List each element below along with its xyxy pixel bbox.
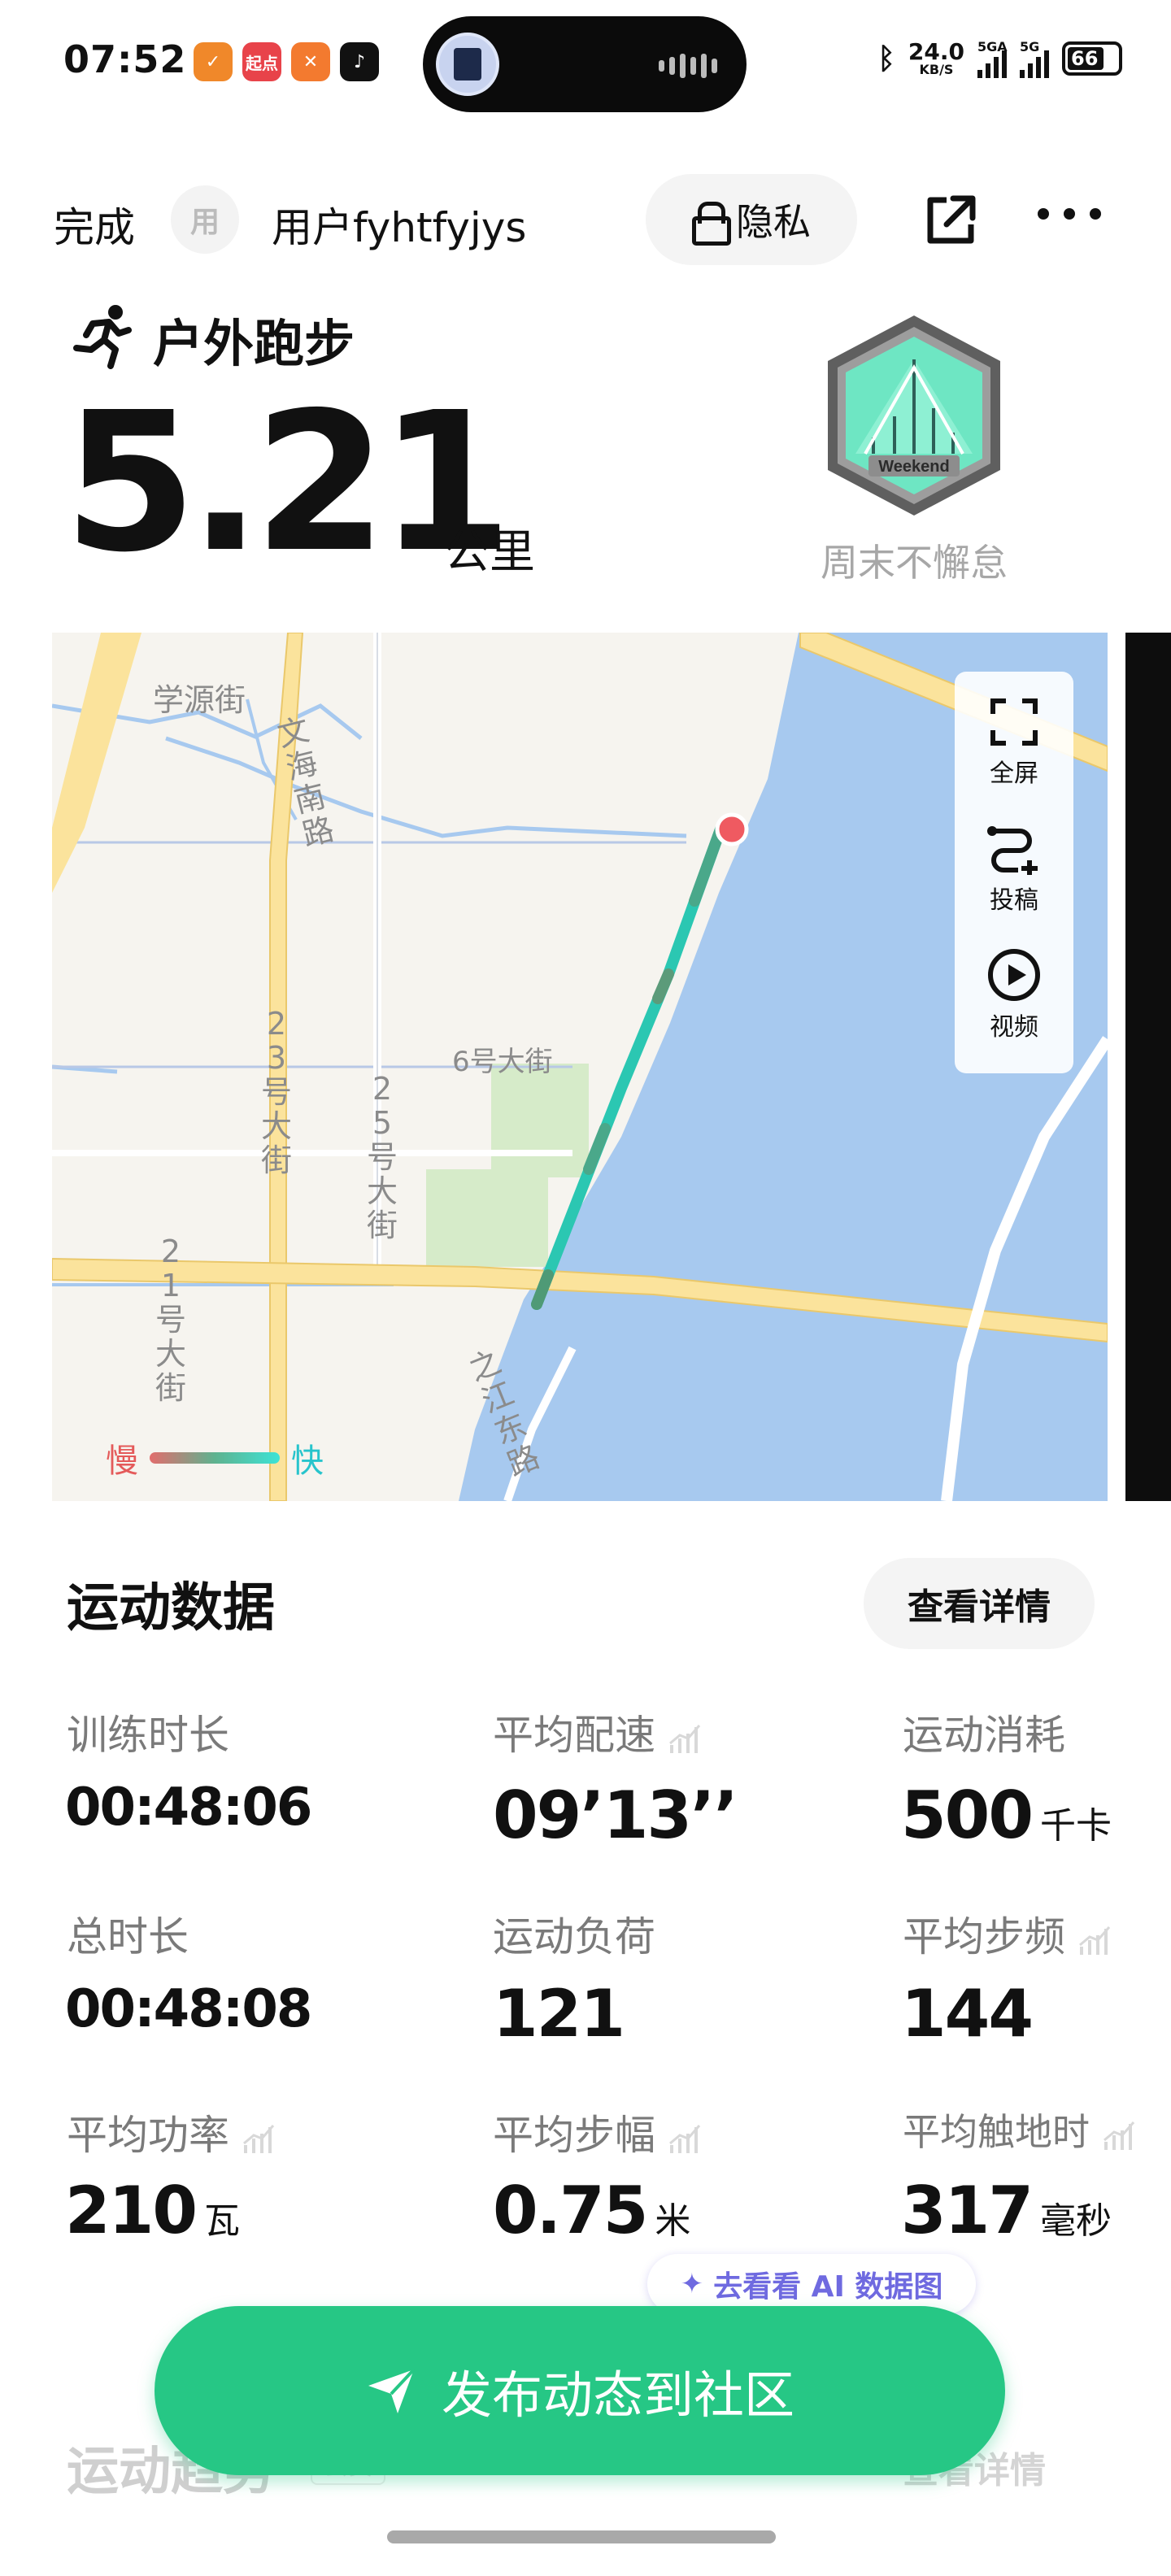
map-label-street21: 21号大街 [155,1234,186,1406]
status-bar: 07:52 ✓ 起点 ✕ ♪ ᛒ 24.0 KB/S 5GA 5G 66 [0,0,1171,130]
map-label-street6: 6号大街 [452,1046,553,1078]
map-label-street23: 23号大街 [260,1006,292,1178]
badge-label: 周末不懈怠 [821,541,1008,585]
top-bar: 完成 用 用户fyhtfyjys 隐私 [0,163,1171,276]
avatar[interactable]: 用 [171,185,239,254]
stat-label: 平均步频 [903,1904,1116,1963]
publish-label: 发布动态到社区 [441,2365,794,2425]
stat-label: 总时长 [67,1913,189,1960]
send-icon [368,2368,416,2413]
route-plus-icon [987,826,1038,875]
sparkle-icon: ✦ [680,2268,704,2300]
stat-label: 训练时长 [67,1712,229,1759]
status-app-icons: ✓ 起点 ✕ ♪ [194,42,379,81]
trend-bars-icon[interactable] [667,1722,706,1755]
audio-wave-icon [659,54,717,78]
distance-unit: 公里 [444,526,535,579]
achievement-badge[interactable]: Weekend [816,311,1012,522]
video-button[interactable]: 视频 [955,948,1073,1042]
username[interactable]: 用户fyhtfyjys [272,195,526,254]
stat-value: 500 千卡 [901,1778,1112,1853]
stats-title: 运动数据 [67,1578,275,1638]
bluetooth-icon: ᛒ [877,41,895,76]
status-time: 07:52 [63,37,187,81]
stats-details-button[interactable]: 查看详情 [864,1558,1095,1649]
status-right: ᛒ 24.0 KB/S 5GA 5G 66 [877,39,1122,78]
share-icon[interactable] [922,192,979,249]
activity-type: 户外跑步 [153,314,355,373]
stat-value: 00:48:06 [65,1778,312,1838]
island-album-art [436,33,499,96]
route-map[interactable]: 学源街 文海南路 23号大街 25号大街 6号大街 21号大街 之江东路 全屏 … [52,633,1108,1501]
fullscreen-button[interactable]: 全屏 [955,696,1073,789]
trend-bars-icon[interactable] [1077,1924,1116,1956]
map-side-panel [1125,633,1171,1501]
ai-chart-chip[interactable]: ✦ 去看看 AI 数据图 [647,2254,976,2314]
signal-5ga-icon: 5GA [977,39,1008,78]
map-canvas [52,633,1108,1501]
pace-legend: 慢 快 [106,1434,324,1482]
stat-label: 平均功率 [67,2103,280,2161]
running-icon [73,305,132,369]
stat-label: 运动负荷 [493,1913,655,1960]
privacy-label: 隐私 [736,200,811,244]
signal-5g-icon: 5G [1020,39,1049,78]
legend-slow: 慢 [106,1442,138,1480]
battery-icon: 66 [1062,41,1122,76]
fullscreen-icon [990,698,1038,746]
map-label-xueyuan: 学源街 [153,682,246,718]
trend-bars-icon[interactable] [1101,2119,1140,2152]
legend-gradient [150,1452,280,1464]
stat-label: 平均步幅 [493,2103,706,2161]
map-label-street25: 25号大街 [366,1071,398,1243]
stat-value: 210 瓦 [65,2173,240,2248]
publish-to-community-button[interactable]: 发布动态到社区 [155,2306,1005,2475]
submit-route-button[interactable]: 投稿 [955,823,1073,916]
ai-chip-label: 去看看 AI 数据图 [713,2270,943,2304]
more-icon[interactable] [1038,208,1101,220]
stat-value: 144 [901,1976,1034,2052]
legend-fast: 快 [291,1442,324,1480]
done-button[interactable]: 完成 [54,195,135,254]
lock-icon [692,202,731,246]
stat-label: 运动消耗 [903,1712,1065,1759]
app-orange-icon: ✓ [194,42,233,81]
net-speed: 24.0 KB/S [908,38,964,77]
stat-value: 121 [493,1976,625,2052]
stat-label: 平均配速 [493,1703,706,1761]
trend-bars-icon[interactable] [667,2122,706,2155]
play-icon [988,949,1040,1001]
home-indicator[interactable] [387,2530,776,2543]
stat-value: 0.75 米 [493,2173,691,2248]
stat-label: 平均触地时 [903,2103,1140,2156]
stat-value: 09’13’’ [493,1778,738,1853]
tiktok-icon: ♪ [340,42,379,81]
dynamic-island[interactable] [423,16,747,112]
trend-bars-icon[interactable] [241,2122,280,2155]
stat-value: 317 毫秒 [901,2173,1112,2248]
distance-value: 5.21 [63,371,512,594]
battery-level: 66 [1068,47,1104,70]
route-start-marker [715,812,749,846]
stat-value: 00:48:08 [65,1979,312,2039]
map-controls: 全屏 投稿 视频 [955,672,1073,1073]
privacy-button[interactable]: 隐私 [646,174,857,265]
qidian-icon: 起点 [242,42,281,81]
badge-text: Weekend [878,458,949,476]
app-person-icon: ✕ [291,42,330,81]
